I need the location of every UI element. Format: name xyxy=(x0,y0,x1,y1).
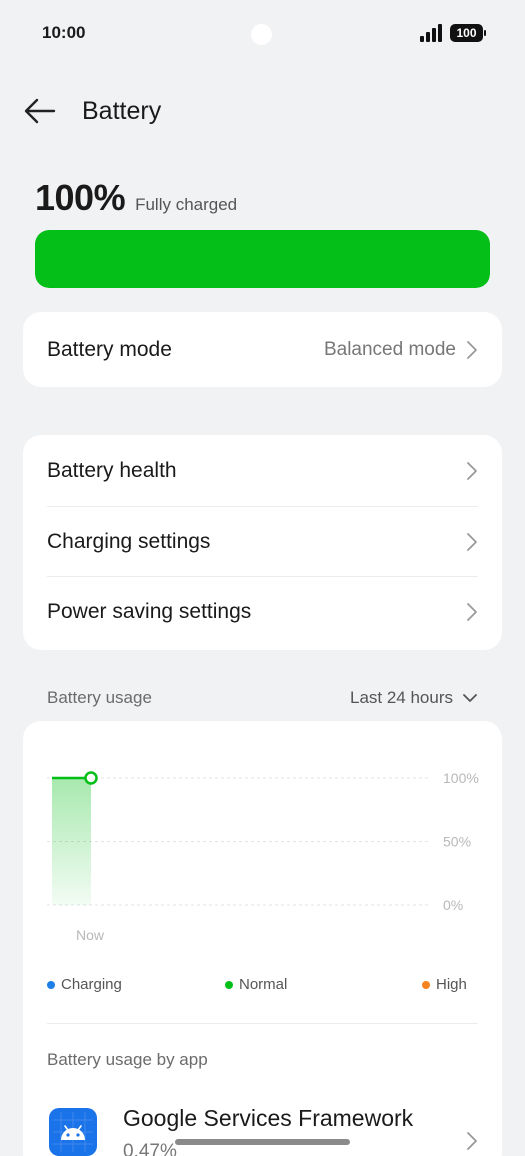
legend-dot xyxy=(422,980,430,989)
battery-usage-header: Battery usage Last 24 hours xyxy=(47,688,477,712)
battery-mode-card: Battery mode Balanced mode xyxy=(23,312,502,387)
usage-by-app-title: Battery usage by app xyxy=(47,1050,208,1069)
camera-cutout xyxy=(251,24,272,45)
y-tick-label: 0% xyxy=(443,897,463,913)
app-usage-percent: 0.47% xyxy=(123,1141,177,1156)
battery-status-text: Fully charged xyxy=(135,195,238,214)
chevron-right-icon xyxy=(467,462,477,480)
usage-range-label: Last 24 hours xyxy=(349,688,453,707)
battery-usage-chart: 100% 50% 0% Now xyxy=(47,770,479,943)
battery-health-row[interactable]: Battery health xyxy=(23,435,502,507)
back-arrow-icon[interactable] xyxy=(22,96,58,126)
power-saving-settings-label: Power saving settings xyxy=(47,600,252,623)
usage-area xyxy=(52,778,91,905)
battery-status-icon: 100 xyxy=(450,24,486,42)
chevron-down-icon xyxy=(463,693,477,702)
battery-usage-title: Battery usage xyxy=(47,688,152,707)
legend-dot xyxy=(225,980,233,989)
page-title: Battery xyxy=(82,97,162,125)
legend-normal: Normal xyxy=(225,976,287,993)
chevron-right-icon xyxy=(467,1132,477,1150)
battery-mode-row[interactable]: Battery mode Balanced mode xyxy=(23,312,502,387)
chart-legend: Charging Normal High xyxy=(47,976,477,996)
battery-health-label: Battery health xyxy=(47,459,177,482)
app-usage-row[interactable]: Google Services Framework 0.47% xyxy=(47,1105,478,1156)
battery-percent: 100% xyxy=(35,177,126,218)
battery-usage-card: 100% 50% 0% Now Charging Normal High Batter… xyxy=(23,721,502,1156)
y-tick-label: 50% xyxy=(443,834,471,850)
charging-settings-row[interactable]: Charging settings xyxy=(23,507,502,577)
android-app-icon xyxy=(49,1108,97,1156)
battery-level-fill xyxy=(35,230,490,288)
battery-summary: 100% Fully charged xyxy=(35,177,237,219)
usage-range-selector[interactable]: Last 24 hours xyxy=(350,688,477,708)
divider xyxy=(47,1023,478,1024)
legend-charging: Charging xyxy=(47,976,122,993)
header: Battery xyxy=(0,92,525,132)
legend-label: High xyxy=(436,976,467,993)
legend-label: Charging xyxy=(61,976,122,993)
status-bar: 10:00 100 xyxy=(0,0,525,66)
signal-icon xyxy=(420,24,442,42)
status-time: 10:00 xyxy=(42,23,86,42)
legend-label: Normal xyxy=(239,976,288,993)
usage-current-point xyxy=(84,771,98,785)
home-indicator[interactable] xyxy=(175,1139,350,1145)
chevron-right-icon xyxy=(467,533,477,551)
chevron-right-icon xyxy=(467,340,477,359)
app-name: Google Services Framework xyxy=(123,1105,414,1131)
charging-settings-label: Charging settings xyxy=(47,530,211,553)
power-saving-settings-row[interactable]: Power saving settings xyxy=(23,577,502,647)
chevron-right-icon xyxy=(467,603,477,621)
legend-high: High xyxy=(422,976,467,993)
y-tick-label: 100% xyxy=(443,770,479,786)
battery-mode-value: Balanced mode xyxy=(323,338,456,360)
legend-dot xyxy=(47,980,55,989)
x-tick-label: Now xyxy=(76,927,105,943)
battery-level-bar xyxy=(35,230,490,288)
battery-settings-card: Battery health Charging settings Power s… xyxy=(23,435,502,650)
battery-mode-label: Battery mode xyxy=(47,337,172,361)
